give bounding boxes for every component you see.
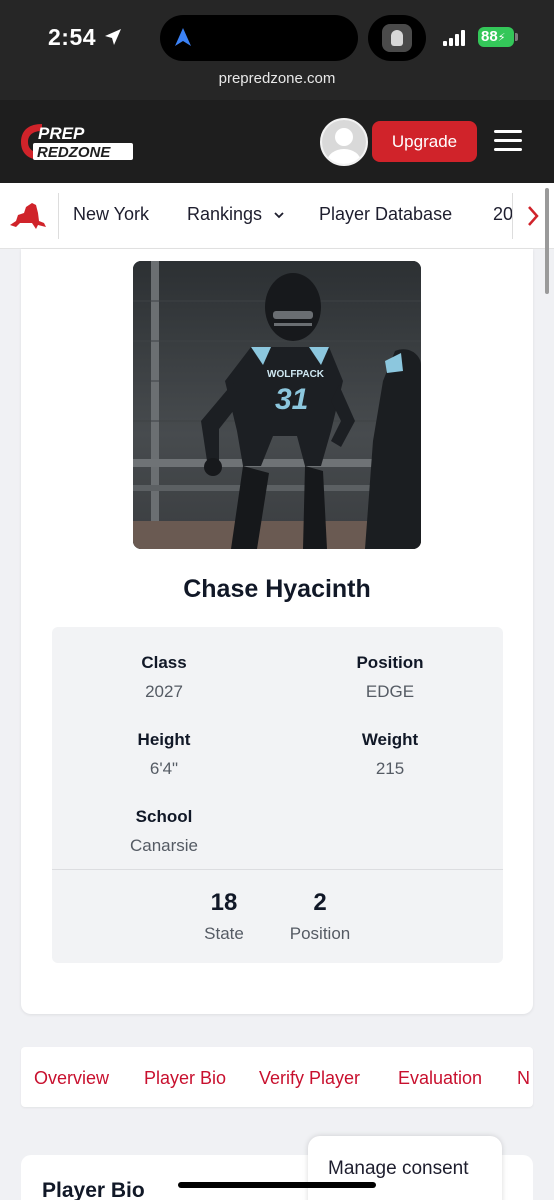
state-rank-number: 18 [210,889,238,916]
player-info-box: Class 2027 Position EDGE Height 6'4" Wei… [52,627,503,963]
tab-evaluation[interactable]: Evaluation [398,1068,482,1089]
player-photo: WOLFPACK 31 [133,261,421,549]
status-bar: 2:54 88⚡ prepredzone.com [0,0,554,100]
nav-item-rankings-label: Rankings [187,204,263,224]
nav-item-overflow[interactable]: 20 [493,204,512,225]
prep-redzone-logo[interactable]: PREP REDZONE [20,122,136,162]
battery-level: 88 [481,28,498,45]
jersey-number: 31 [275,383,308,416]
height-label: Height [137,730,191,749]
position-value: EDGE [365,682,415,701]
tab-verify-player[interactable]: Verify Player [259,1068,360,1089]
class-value: 2027 [145,682,183,701]
navigation-arrow-icon [175,28,191,46]
player-profile-card: WOLFPACK 31 Chase Hyacinth Class 2027 Po… [21,249,533,1014]
status-time: 2:54 [48,24,97,50]
section-nav: New York Rankings Player Database 20 [0,183,554,249]
live-activity-thumbnail [368,15,426,61]
info-divider [52,869,503,870]
home-indicator[interactable] [178,1182,376,1188]
height-value: 6'4" [149,759,179,778]
new-york-state-icon[interactable] [8,201,48,231]
weight-value: 215 [375,759,405,778]
class-label: Class [141,653,187,672]
user-silhouette-icon [322,120,366,164]
nav-item-player-database[interactable]: Player Database [319,204,452,225]
position-rank-label: Position [289,924,351,943]
position-label: Position [356,653,424,672]
menu-icon[interactable] [494,130,522,152]
url-bar[interactable]: prepredzone.com [0,70,554,87]
tab-player-bio[interactable]: Player Bio [144,1068,226,1089]
manage-consent-button[interactable]: Manage consent [308,1136,502,1200]
weight-label: Weight [361,730,419,749]
manage-consent-label: Manage consent [328,1158,469,1179]
battery-indicator: 88⚡ [478,27,518,47]
nav-divider [58,193,59,239]
site-header: PREP REDZONE Upgrade [0,100,554,183]
player-name: Chase Hyacinth [183,575,371,603]
tab-overview[interactable]: Overview [34,1068,109,1089]
logo-line1: PREP [38,124,85,143]
user-avatar[interactable] [320,118,368,166]
nav-divider-right [512,193,513,239]
nav-item-rankings[interactable]: Rankings [187,204,285,225]
chevron-down-icon [274,212,284,219]
school-label: School [135,807,193,826]
cellular-signal-icon [443,30,465,46]
profile-tabs: Overview Player Bio Verify Player Evalua… [21,1047,533,1107]
logo-line2: REDZONE [37,144,111,161]
bio-section-title: Player Bio [42,1179,145,1200]
chevron-right-icon[interactable] [526,205,540,227]
state-rank-label: State [204,924,244,943]
location-arrow-icon [105,29,121,45]
school-value[interactable]: Canarsie [64,836,264,856]
page-scrollbar[interactable] [545,188,549,294]
upgrade-button[interactable]: Upgrade [372,121,477,162]
tab-overflow[interactable]: N [517,1068,530,1089]
position-rank-number: 2 [313,889,327,916]
jersey-text: WOLFPACK [267,369,325,380]
nav-item-new-york[interactable]: New York [73,204,149,225]
